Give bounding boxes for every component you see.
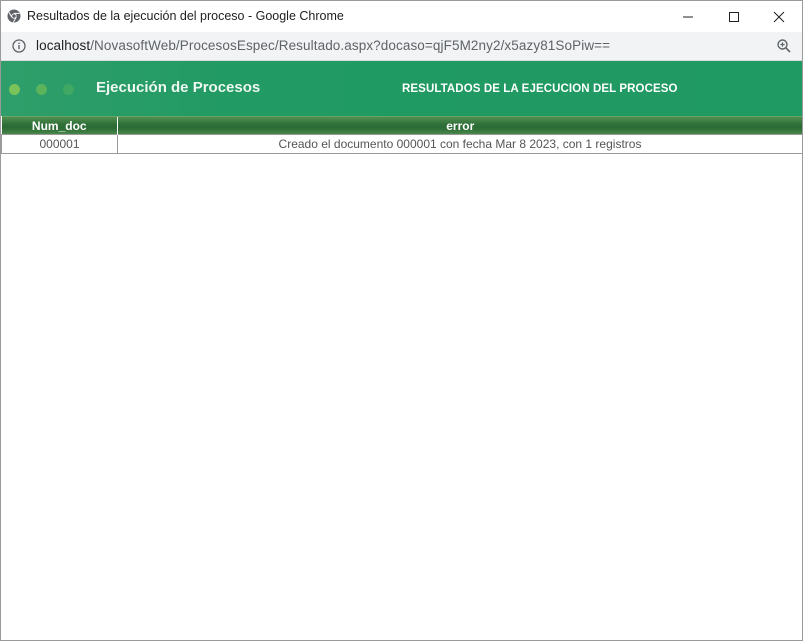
table-header-row: Num_doc error xyxy=(1,116,802,135)
minimize-button[interactable] xyxy=(665,1,711,32)
results-table: Num_doc error 000001 Creado el documento… xyxy=(1,116,802,154)
chrome-icon xyxy=(7,9,21,23)
window-title: Resultados de la ejecución del proceso -… xyxy=(27,9,344,23)
maximize-button[interactable] xyxy=(711,1,757,32)
minimize-icon xyxy=(683,16,693,17)
maximize-icon xyxy=(729,11,739,22)
column-header-error[interactable]: error xyxy=(117,116,802,135)
address-bar[interactable]: localhost/NovasoftWeb/ProcesosEspec/Resu… xyxy=(1,32,802,61)
info-icon[interactable] xyxy=(12,39,26,53)
close-icon xyxy=(773,11,785,22)
url-path: /NovasoftWeb/ProcesosEspec/Resultado.asp… xyxy=(90,38,611,53)
url-host: localhost xyxy=(36,38,91,53)
page-banner: Ejecución de Procesos RESULTADOS DE LA E… xyxy=(1,61,802,116)
close-button[interactable] xyxy=(756,1,802,32)
cell-error: Creado el documento 000001 con fecha Mar… xyxy=(117,134,802,154)
decorative-dot-icon xyxy=(36,84,47,95)
table-row: 000001 Creado el documento 000001 con fe… xyxy=(1,134,802,154)
page-title: Ejecución de Procesos xyxy=(96,79,261,96)
column-header-num-doc[interactable]: Num_doc xyxy=(1,116,118,135)
decorative-dot-icon xyxy=(9,84,20,95)
browser-window: Resultados de la ejecución del proceso -… xyxy=(0,0,803,641)
zoom-icon[interactable] xyxy=(776,38,792,54)
title-bar[interactable]: Resultados de la ejecución del proceso -… xyxy=(1,1,802,32)
page-subtitle: RESULTADOS DE LA EJECUCION DEL PROCESO xyxy=(402,83,678,95)
cell-num-doc: 000001 xyxy=(1,134,118,154)
url-text[interactable]: localhost/NovasoftWeb/ProcesosEspec/Resu… xyxy=(36,38,610,53)
decorative-dot-icon xyxy=(63,84,74,95)
